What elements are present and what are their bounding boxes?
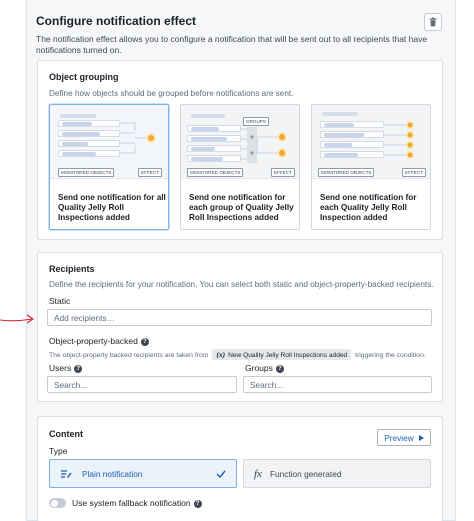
object-property-label: Object-property-backed?	[49, 336, 149, 346]
type-option-plain[interactable]: Plain notification	[49, 459, 237, 488]
help-icon[interactable]: ?	[74, 364, 83, 373]
caret-right-icon	[418, 434, 424, 441]
recipients-subtitle: Define the recipients for your notificat…	[49, 280, 434, 289]
preview-label: Preview	[384, 432, 414, 443]
delete-button[interactable]	[424, 13, 442, 31]
checkmark-icon	[216, 470, 226, 478]
grouping-option-label: Send one notification for each Quality J…	[320, 193, 417, 222]
fallback-label-text: Use system fallback notification	[72, 498, 191, 508]
fallback-label: Use system fallback notification?	[72, 498, 202, 508]
grouping-option-label: Send one notification for each group of …	[189, 193, 294, 222]
page-title: Configure notification effect	[36, 14, 196, 28]
help-icon[interactable]: ?	[275, 364, 284, 373]
monitored-objects-tag: MONITORED OBJECTS	[318, 168, 375, 177]
type-option-function[interactable]: fx Function generated	[243, 459, 431, 488]
fallback-toggle[interactable]	[49, 498, 66, 508]
groups-search-input[interactable]	[243, 376, 432, 393]
effect-tag: EFFECT	[138, 168, 162, 177]
plain-notification-label: Plain notification	[82, 468, 143, 479]
grouping-option-label: Send one notification for all Quality Je…	[58, 193, 166, 222]
trash-icon	[429, 17, 437, 27]
annotation-arrow-icon	[0, 314, 34, 324]
users-label: Users?	[49, 363, 83, 373]
type-label: Type	[49, 446, 68, 456]
object-property-label-text: Object-property-backed	[49, 336, 138, 346]
function-generated-label: Function generated	[269, 468, 342, 479]
effect-tag: EFFECT	[402, 168, 426, 177]
effect-tag: EFFECT	[271, 168, 295, 177]
content-section: Content Preview Type Plain notification …	[37, 416, 443, 521]
grouping-option-all[interactable]: MONITORED OBJECTS EFFECT Send one notifi…	[49, 104, 169, 230]
effect-description: The notification effect allows you to co…	[36, 34, 428, 55]
monitored-objects-tag: MONITORED OBJECTS	[187, 168, 244, 177]
recipients-title: Recipients	[49, 264, 95, 274]
variable-pill: (x) New Quality Jelly Roll Inspections ad…	[212, 349, 352, 360]
variable-name: New Quality Jelly Roll Inspections added	[228, 352, 348, 359]
variable-icon: (x)	[216, 350, 226, 359]
help-icon[interactable]: ?	[140, 337, 149, 346]
grouping-option-each-group[interactable]: GROUPS MONITORED OBJECTS EFFECT Send one…	[180, 104, 300, 230]
grouping-illustration-all: MONITORED OBJECTS EFFECT	[50, 105, 168, 179]
content-title: Content	[49, 429, 83, 439]
op-desc-after: triggering the condition.	[355, 352, 426, 359]
object-property-description: The object-property backed recipients ar…	[49, 349, 426, 360]
op-desc-before: The object-property backed recipients ar…	[49, 352, 209, 359]
groups-label: Groups?	[245, 363, 284, 373]
plain-notification-icon	[61, 469, 72, 478]
function-icon: fx	[254, 467, 262, 480]
grouping-option-each-object[interactable]: MONITORED OBJECTS EFFECT Send one notifi…	[311, 104, 431, 230]
static-label: Static	[49, 296, 71, 306]
users-search-input[interactable]	[47, 376, 237, 393]
grouping-illustration-groups: GROUPS MONITORED OBJECTS EFFECT	[181, 105, 299, 179]
grouping-title: Object grouping	[49, 72, 119, 82]
recipients-section: Recipients Define the recipients for you…	[37, 252, 443, 402]
users-label-text: Users	[49, 363, 72, 373]
static-recipients-input[interactable]	[47, 309, 432, 326]
grouping-subtitle: Define how objects should be grouped bef…	[49, 89, 294, 98]
monitored-objects-tag: MONITORED OBJECTS	[58, 168, 115, 177]
groups-label-text: Groups	[245, 363, 273, 373]
groups-tag: GROUPS	[243, 117, 269, 126]
object-grouping-section: Object grouping Define how objects shoul…	[37, 60, 443, 240]
grouping-illustration-each: MONITORED OBJECTS EFFECT	[312, 105, 430, 179]
help-icon[interactable]: ?	[193, 499, 202, 508]
preview-button[interactable]: Preview	[377, 429, 431, 446]
